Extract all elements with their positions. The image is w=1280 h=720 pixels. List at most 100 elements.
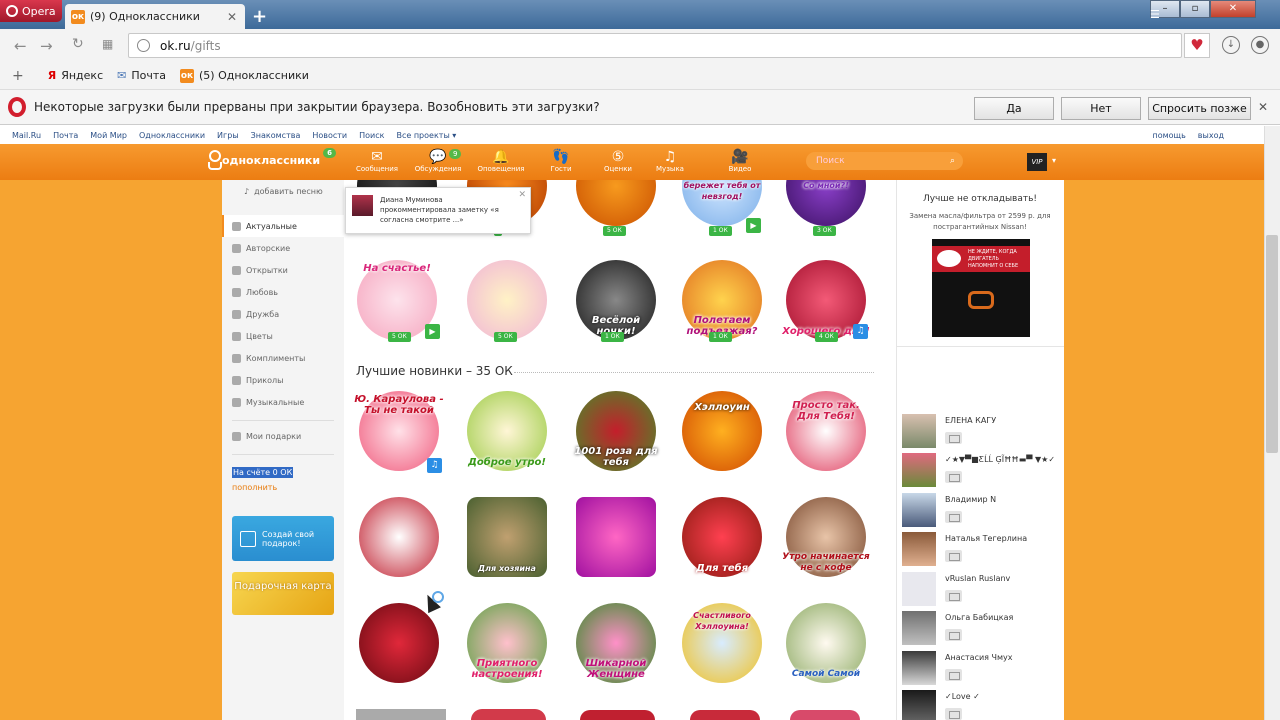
play-icon[interactable]: ▶	[746, 218, 761, 233]
envelope-icon[interactable]	[945, 471, 962, 483]
url-field[interactable]: ok.ru /gifts	[128, 33, 1182, 58]
gift-item[interactable]: 5 ОК	[571, 180, 661, 236]
gift-item[interactable]	[354, 492, 444, 582]
nav-music[interactable]: ♫ Музыка	[645, 149, 695, 173]
portal-link[interactable]: Почта	[53, 131, 78, 140]
nav-messages[interactable]: ✉ Сообщения	[352, 149, 402, 173]
resume-no-button[interactable]: Нет	[1061, 97, 1141, 120]
gift-card-promo-button[interactable]: Подарочная карта	[232, 572, 334, 615]
category-musical[interactable]: Музыкальные	[232, 398, 304, 407]
gift-item[interactable]: Приятного настроения!	[462, 598, 552, 688]
envelope-icon[interactable]	[945, 590, 962, 602]
category-compliments[interactable]: Комплименты	[232, 354, 305, 363]
gift-item[interactable]	[580, 710, 655, 720]
add-song-link[interactable]: ♪ добавить песню	[244, 187, 323, 196]
chevron-down-icon[interactable]: ▾	[1052, 156, 1056, 165]
play-icon[interactable]: ▶	[425, 324, 440, 339]
gift-item[interactable]: бережет тебя от невзгод! 1 ОК ▶	[677, 180, 767, 236]
friend-row[interactable]: ✓★▼▀■ƸĹĹ ĢĨĦĦ▬▀ ▼★✓	[902, 453, 1062, 489]
ad-banner[interactable]: НЕ ЖДИТЕ, КОГДА ДВИГАТЕЛЬ НАПОМНИТ О СЕБ…	[932, 239, 1030, 337]
create-gift-promo-button[interactable]: Создай свой подарок!	[232, 516, 334, 561]
portal-link[interactable]: Игры	[217, 131, 239, 140]
nav-video[interactable]: 🎥 Видео	[715, 149, 765, 173]
gift-item[interactable]: Со мной?! 3 ОК	[781, 180, 871, 236]
gift-item[interactable]	[356, 709, 446, 720]
avatar[interactable]: VIP	[1027, 153, 1047, 171]
help-link[interactable]: помощь	[1152, 131, 1185, 140]
gift-item[interactable]: Самой Самой	[781, 598, 871, 688]
close-icon[interactable]: ✕	[518, 190, 526, 200]
gift-item[interactable]: Полетаем подъезжая?1 ОК	[677, 255, 767, 345]
gift-item[interactable]: Доброе утро!	[462, 386, 552, 476]
topup-link[interactable]: пополнить	[232, 483, 277, 492]
maximize-button[interactable]: ▫	[1180, 0, 1210, 18]
portal-link[interactable]: Все проекты ▾	[396, 131, 456, 140]
friend-row[interactable]: ✓Love ✓	[902, 690, 1062, 720]
portal-link[interactable]: Поиск	[359, 131, 384, 140]
resume-yes-button[interactable]: Да	[974, 97, 1054, 120]
gift-item[interactable]	[790, 710, 860, 720]
speed-dial-grid-icon[interactable]: ▦	[102, 37, 113, 51]
tab-close-icon[interactable]: ✕	[227, 10, 237, 24]
portal-link[interactable]: Одноклассники	[139, 131, 205, 140]
friend-row[interactable]: Наталья Тегерлина	[902, 532, 1062, 568]
opera-menu-button[interactable]: Opera	[0, 0, 62, 22]
portal-link[interactable]: Новости	[312, 131, 347, 140]
category-friendship[interactable]: Дружба	[232, 310, 279, 319]
envelope-icon[interactable]	[945, 550, 962, 562]
nav-guests[interactable]: 👣 Гости	[536, 149, 586, 173]
bookmark-mail[interactable]: ✉ Почта	[117, 69, 166, 82]
gift-item[interactable]: Хорошего дня!4 ОК♫	[781, 255, 871, 345]
ad-title[interactable]: Лучше не откладывать!	[896, 194, 1064, 204]
friend-row[interactable]: ЕЛЕНА КАГУ	[902, 414, 1062, 450]
category-jokes[interactable]: Приколы	[232, 376, 283, 385]
friend-row[interactable]: Анастасия Чмух	[902, 651, 1062, 687]
download-icon[interactable]: ↓	[1222, 36, 1240, 54]
music-note-icon[interactable]: ♫	[853, 324, 868, 339]
category-authors[interactable]: Авторские	[232, 244, 290, 253]
nav-notifications[interactable]: 🔔 Оповещения	[476, 149, 526, 173]
back-arrow-icon[interactable]: ←	[14, 37, 27, 55]
music-note-icon[interactable]: ♫	[427, 458, 442, 473]
close-window-button[interactable]: ✕	[1210, 0, 1256, 18]
browser-tab[interactable]: ок (9) Одноклассники ✕	[65, 4, 245, 29]
bookmark-ok[interactable]: ок (5) Одноклассники	[180, 68, 309, 83]
forward-arrow-icon[interactable]: →	[40, 37, 53, 55]
gift-item[interactable]: Весёлой ночки!1 ОК	[571, 255, 661, 345]
bookmark-heart-icon[interactable]: ♥	[1184, 33, 1210, 58]
gift-item[interactable]: Хэллоуин	[677, 386, 767, 476]
my-gifts-link[interactable]: Мои подарки	[232, 432, 301, 441]
gift-item[interactable]: Для тебя	[677, 492, 767, 582]
gift-item[interactable]: Просто так. Для Тебя!	[781, 386, 871, 476]
gift-item[interactable]	[690, 710, 760, 720]
envelope-icon[interactable]	[945, 511, 962, 523]
bookmark-yandex[interactable]: Я Яндекс	[48, 69, 103, 82]
gift-item[interactable]	[571, 492, 661, 582]
friend-row[interactable]: Владимир N	[902, 493, 1062, 529]
category-love[interactable]: Любовь	[232, 288, 278, 297]
logout-link[interactable]: выход	[1198, 131, 1224, 140]
friend-row[interactable]: vRuslan Ruslanv	[902, 572, 1062, 608]
envelope-icon[interactable]	[945, 669, 962, 681]
gift-item[interactable]: Утро начинается не с кофе	[781, 492, 871, 582]
portal-link[interactable]: Мой Мир	[90, 131, 127, 140]
gift-item[interactable]	[471, 709, 546, 720]
portal-link[interactable]: Знакомства	[251, 131, 301, 140]
nav-ratings[interactable]: ⑤ Оценки	[593, 149, 643, 173]
notification-popup[interactable]: Диана Муминова прокомментировала заметку…	[345, 187, 531, 234]
gift-item[interactable]: 5 ОК	[462, 255, 552, 345]
new-tab-button[interactable]: +	[252, 6, 267, 27]
reload-icon[interactable]: ↻	[72, 36, 84, 52]
search-input[interactable]: Поиск ⌕	[806, 152, 963, 170]
envelope-icon[interactable]	[945, 708, 962, 720]
gift-item[interactable]: 1001 роза для тебя	[571, 386, 661, 476]
ad-text[interactable]: Замена масла/фильтра от 2599 р. для пост…	[906, 211, 1054, 233]
nav-discussions[interactable]: 💬 Обсуждения 9	[413, 149, 463, 173]
ok-logo[interactable]: одноклассники 6	[208, 148, 336, 170]
gift-item[interactable]: Для хозяина	[462, 492, 552, 582]
portal-link[interactable]: Mail.Ru	[12, 131, 41, 140]
category-flowers[interactable]: Цветы	[232, 332, 273, 341]
gift-item[interactable]: Ю. Караулова - Ты не такой ♫	[354, 386, 444, 476]
envelope-icon[interactable]	[945, 629, 962, 641]
add-bookmark-icon[interactable]: +	[12, 68, 24, 84]
